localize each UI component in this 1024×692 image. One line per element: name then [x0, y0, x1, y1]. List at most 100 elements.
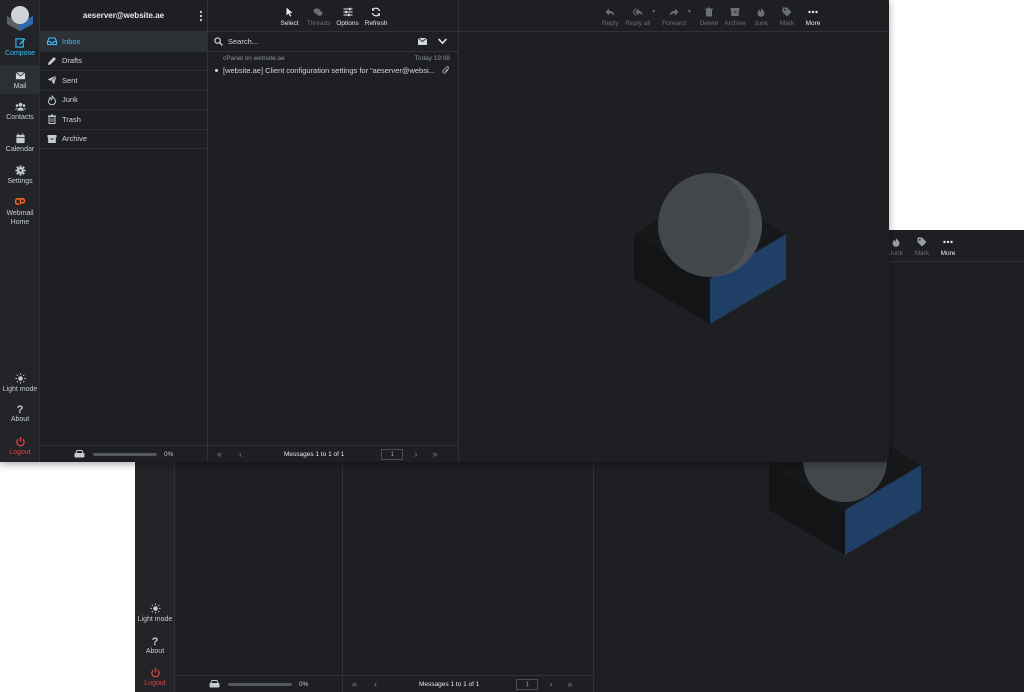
quota-percent: 0%	[164, 450, 174, 458]
page-number-input[interactable]: 1	[516, 678, 539, 690]
mark-label: Mark	[914, 250, 930, 257]
compose-icon	[14, 38, 26, 48]
sliders-icon	[343, 7, 353, 17]
quota-indicator: 0%	[175, 675, 342, 692]
junk-button[interactable]: Junk	[750, 7, 772, 27]
first-page-button[interactable]: «	[352, 679, 357, 689]
next-page-button[interactable]: ›	[549, 679, 552, 689]
light-mode-label: Light mode	[2, 386, 38, 393]
settings-label: Settings	[7, 178, 33, 185]
reply-all-dropdown-icon[interactable]: ▼	[651, 9, 656, 15]
last-page-button[interactable]: »	[567, 679, 572, 689]
last-page-button[interactable]: »	[432, 449, 437, 459]
about-button[interactable]: ? About	[135, 636, 175, 655]
contacts-button[interactable]: Contacts	[0, 101, 40, 121]
refresh-icon	[372, 7, 381, 17]
roundcube-logo	[7, 6, 33, 31]
search-input[interactable]: Search...	[228, 37, 258, 46]
junk-label: Junk	[889, 250, 903, 257]
search-bar[interactable]: Search...	[208, 32, 458, 52]
quota-bar	[93, 452, 157, 456]
folder-sent[interactable]: Sent	[40, 71, 207, 91]
chevron-down-icon[interactable]	[438, 37, 447, 46]
power-icon	[150, 667, 160, 678]
next-page-button[interactable]: ›	[414, 449, 417, 459]
about-label: About	[145, 648, 165, 655]
mark-button[interactable]: Mark	[911, 237, 933, 257]
cpanel-icon	[14, 198, 25, 205]
about-label: About	[10, 416, 30, 423]
folder-label: Junk	[62, 95, 78, 105]
compose-label: Compose	[5, 50, 35, 57]
message-list-pane: Select Threads Options Refresh Search...	[208, 0, 459, 462]
settings-button[interactable]: Settings	[0, 165, 40, 185]
more-button[interactable]: More	[802, 7, 824, 27]
pager-status: Messages 1 to 1 of 1	[419, 680, 480, 688]
forward-button[interactable]: Forward	[662, 7, 686, 27]
reply-all-icon	[632, 8, 643, 16]
quota-percent: 0%	[299, 680, 309, 688]
logout-button[interactable]: Logout	[135, 667, 175, 687]
reply-all-button[interactable]: Reply all	[625, 7, 650, 27]
roundcube-watermark-logo	[634, 173, 786, 324]
tag-icon	[782, 7, 792, 17]
unread-dot-icon	[215, 69, 218, 72]
list-pager: « ‹ Messages 1 to 1 of 1 1 › »	[343, 675, 593, 692]
refresh-button[interactable]: Refresh	[365, 7, 388, 27]
logout-button[interactable]: Logout	[0, 436, 40, 456]
delete-button[interactable]: Delete	[698, 7, 720, 27]
storage-icon	[74, 450, 85, 458]
folder-junk[interactable]: Junk	[40, 91, 207, 110]
message-subject-line: [website.ae] Client configuration settin…	[215, 66, 450, 75]
sun-icon	[14, 373, 26, 384]
search-icon	[214, 37, 223, 46]
page-number-input[interactable]: 1	[381, 448, 404, 460]
calendar-button[interactable]: Calendar	[0, 133, 40, 153]
calendar-label: Calendar	[5, 146, 35, 153]
message-row[interactable]: cPanel on website.ae Today 19:08 [websit…	[208, 52, 458, 75]
light-mode-button[interactable]: Light mode	[135, 603, 175, 623]
reply-icon	[605, 8, 615, 16]
envelope-icon[interactable]	[418, 37, 427, 46]
about-button[interactable]: ? About	[0, 404, 40, 423]
more-button[interactable]: More	[937, 237, 959, 257]
mail-label: Mail	[13, 83, 27, 90]
forward-label: Forward	[662, 20, 687, 27]
pencil-icon	[48, 56, 56, 65]
first-page-button[interactable]: «	[217, 449, 222, 459]
options-button[interactable]: Options	[336, 7, 359, 27]
quota-bar	[228, 682, 292, 686]
folder-drafts[interactable]: Drafts	[40, 52, 207, 71]
threads-button[interactable]: Threads	[306, 7, 330, 27]
logout-label: Logout	[9, 449, 31, 456]
folder-trash[interactable]: Trash	[40, 110, 207, 130]
icon-rail: Compose Mail Contacts Calendar Settings …	[0, 0, 40, 462]
light-mode-label: Light mode	[137, 616, 173, 623]
threads-icon	[313, 8, 323, 16]
cursor-icon	[286, 7, 293, 17]
forward-icon	[669, 8, 679, 16]
folder-inbox[interactable]: Inbox	[40, 32, 207, 52]
folder-archive[interactable]: Archive	[40, 130, 207, 149]
select-button[interactable]: Select	[278, 7, 300, 27]
mark-button[interactable]: Mark	[776, 7, 798, 27]
mail-button[interactable]: Mail	[0, 65, 40, 94]
reply-button[interactable]: Reply	[599, 7, 621, 27]
light-mode-button[interactable]: Light mode	[0, 373, 40, 393]
folder-pane-header: aeserver@website.ae	[40, 0, 207, 32]
forward-dropdown-icon[interactable]: ▼	[687, 9, 692, 15]
ellipsis-icon	[943, 240, 953, 244]
kebab-menu-icon[interactable]	[199, 10, 203, 22]
archive-button[interactable]: Archive	[724, 7, 746, 27]
paper-plane-icon	[47, 75, 57, 85]
question-icon: ?	[151, 636, 159, 648]
compose-button[interactable]: Compose	[0, 37, 40, 57]
webmail-home-button[interactable]: Webmail Home	[0, 196, 40, 227]
previous-page-button[interactable]: ‹	[239, 449, 242, 459]
folder-label: Drafts	[62, 56, 83, 66]
archive-box-icon	[730, 8, 740, 16]
select-label: Select	[280, 20, 299, 27]
previous-page-button[interactable]: ‹	[374, 679, 377, 689]
reply-all-label: Reply all	[625, 20, 651, 27]
fire-icon	[757, 7, 765, 17]
